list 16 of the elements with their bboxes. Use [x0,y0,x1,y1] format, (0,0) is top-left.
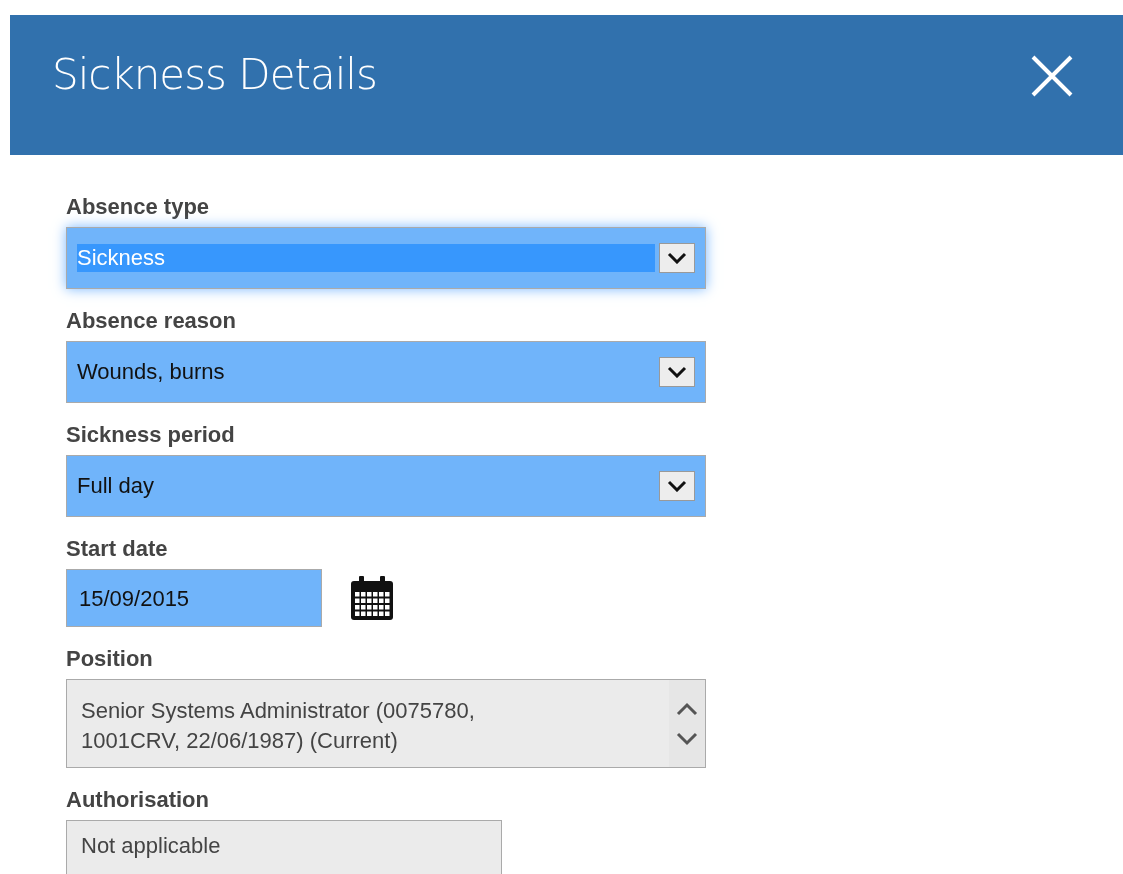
calendar-icon[interactable] [348,574,396,622]
field-label: Start date [66,537,169,561]
dropdown-value: Wounds, burns [77,358,226,386]
position-text: Senior Systems Administrator (0075780, 1001CRV, 22/06/1987) (Current) [80,697,476,755]
date-field[interactable]: 15/09/2015 [66,569,322,627]
dialog-title: Sickness Details [52,49,377,101]
close-icon[interactable] [1031,55,1073,97]
dropdown-field[interactable]: Full day [66,455,706,517]
dropdown-value: Full day [77,472,156,500]
field-label: Absence reason [66,309,237,333]
field-label: Sickness period [66,423,236,447]
dropdown-value: Sickness [77,244,655,272]
field-label: Authorisation [66,788,210,812]
field-label: Absence type [66,195,211,219]
dropdown-field[interactable]: Wounds, burns [66,341,706,403]
field-label: Position [66,647,154,671]
